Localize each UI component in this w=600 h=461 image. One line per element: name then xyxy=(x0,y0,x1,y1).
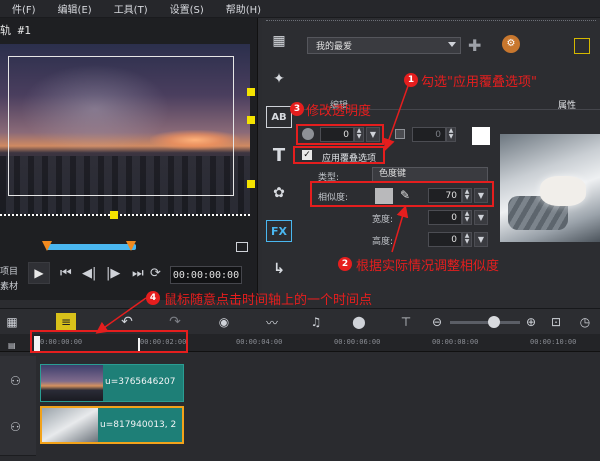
annotation-badge-2: 2 xyxy=(338,257,352,271)
annotation-badge-4: 4 xyxy=(146,291,160,305)
annotation-badge-1: 1 xyxy=(404,73,418,87)
annotation-arrow-1 xyxy=(383,85,409,151)
annotation-text-4: 鼠标随意点击时间轴上的一个时间点 xyxy=(164,293,373,308)
annotation-text-2: 根据实际情况调整相似度 xyxy=(356,259,500,274)
annotation-arrows xyxy=(95,85,409,334)
annotation-badge-3: 3 xyxy=(290,102,304,116)
annotation-arrow-2 xyxy=(391,205,409,253)
annotation-text-1: 勾选"应用覆叠选项" xyxy=(421,75,537,90)
annotation-arrow-4 xyxy=(95,297,147,334)
annotation-text-3: 修改透明度 xyxy=(306,104,372,119)
